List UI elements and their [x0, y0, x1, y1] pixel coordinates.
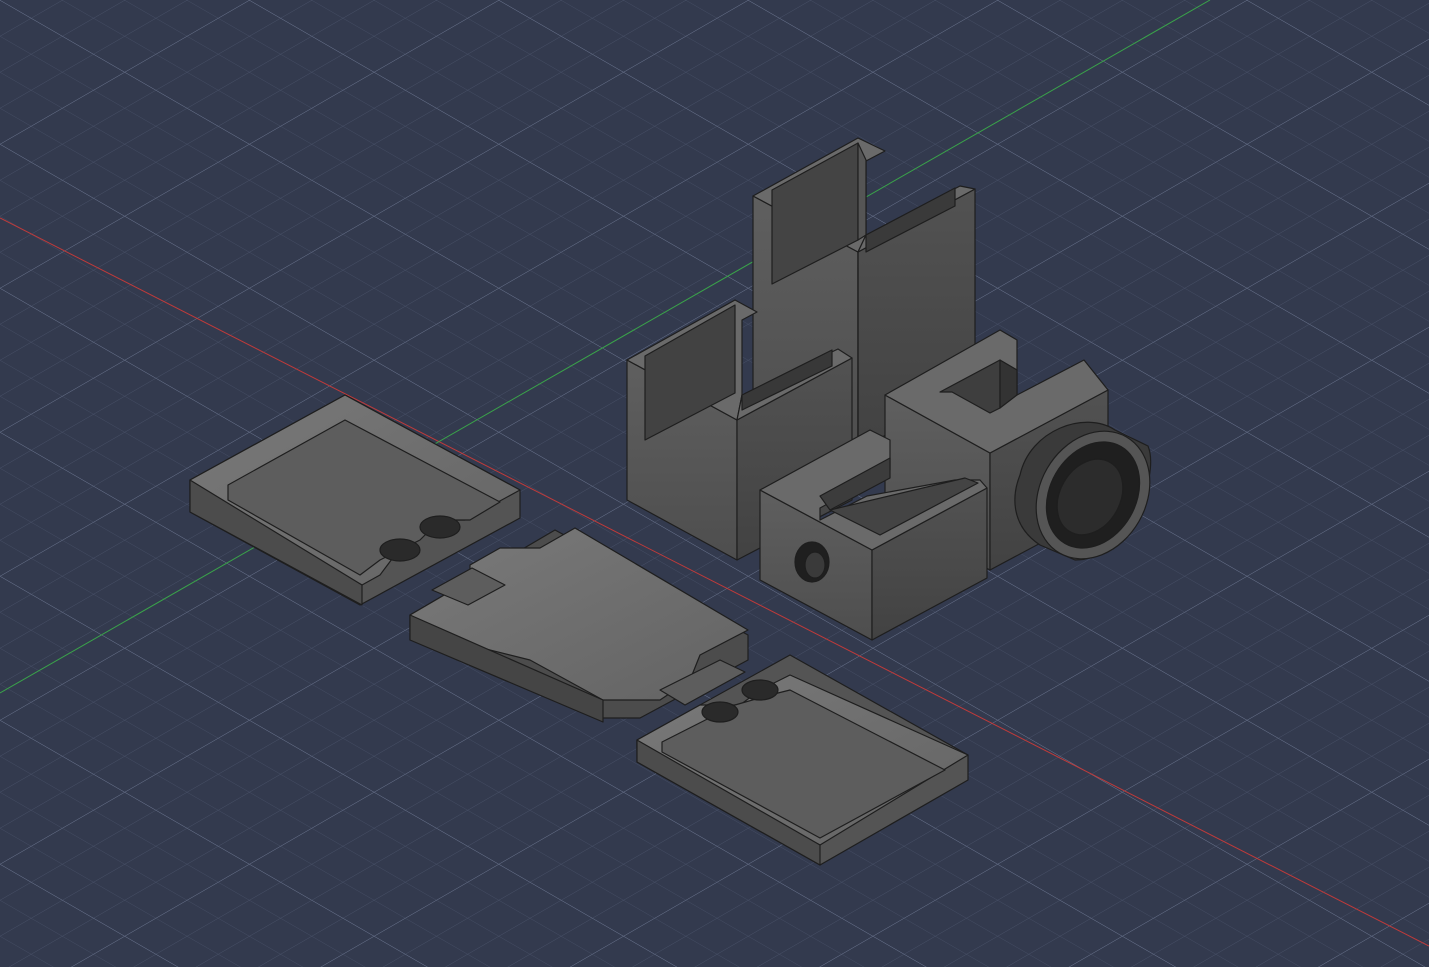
- 3d-viewport[interactable]: [0, 0, 1429, 967]
